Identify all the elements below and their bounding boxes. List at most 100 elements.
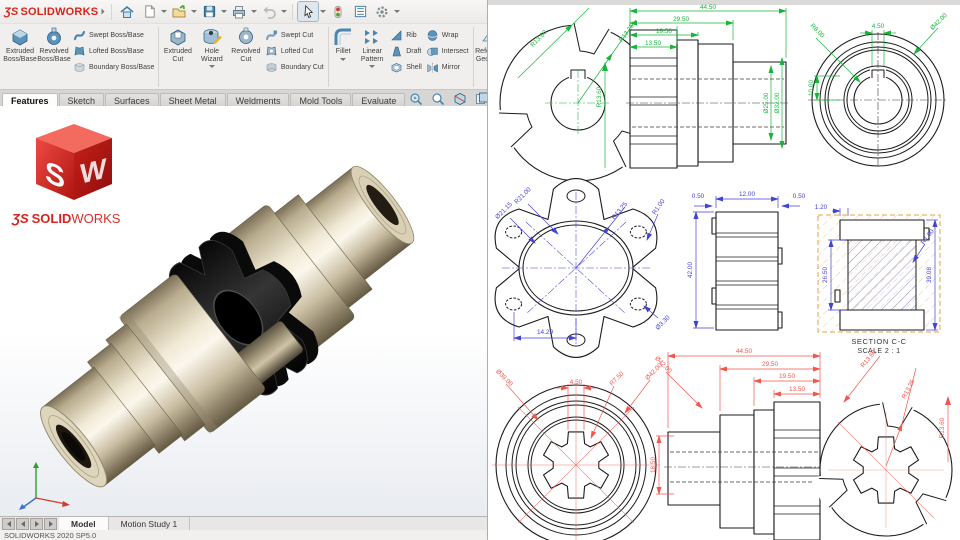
rebuild-button[interactable] (328, 2, 348, 21)
flyout-arrow-icon[interactable] (102, 9, 105, 15)
extruded-cut-button[interactable]: Extruded Cut (161, 25, 195, 63)
chevron-down-icon[interactable] (281, 10, 287, 13)
open-button[interactable] (169, 2, 189, 21)
prev-tab-button[interactable] (16, 518, 29, 530)
section-view-button[interactable] (450, 90, 469, 107)
chevron-down-icon[interactable] (209, 65, 215, 68)
boundary-cut-button[interactable]: Boundary Cut (263, 60, 326, 75)
tab-model[interactable]: Model (59, 517, 109, 531)
dimension-label: R8.00 (809, 22, 826, 39)
swept-boss-button[interactable]: Swept Boss/Base (71, 28, 156, 43)
wordmark-solid: SOLID (32, 211, 72, 226)
tab-motion-study[interactable]: Motion Study 1 (109, 517, 191, 531)
feature-stack-2: Wrap Intersect Mirror (424, 25, 471, 75)
ribbon: Extruded Boss/Base Revolved Boss/Base Sw… (0, 24, 487, 89)
zoom-area-button[interactable] (428, 90, 447, 107)
lofted-cut-icon (265, 45, 278, 58)
undo-button[interactable] (259, 2, 279, 21)
first-tab-button[interactable] (2, 518, 15, 530)
ribbon-group-boss: Extruded Boss/Base Revolved Boss/Base Sw… (2, 25, 157, 89)
zoom-fit-button[interactable] (406, 90, 425, 107)
select-tool-button[interactable] (298, 2, 318, 21)
button-label: Lofted Boss/Base (89, 48, 144, 55)
chevron-down-icon[interactable] (161, 10, 167, 13)
save-icon (202, 4, 217, 19)
feature-stack-1: Rib Draft Shell (388, 25, 424, 75)
cube-letter-s: S (45, 154, 65, 196)
button-label: Fillet (336, 48, 351, 56)
wrap-button[interactable]: Wrap (424, 28, 471, 43)
boundary-boss-button[interactable]: Boundary Boss/Base (71, 60, 156, 75)
lofted-cut-button[interactable]: Lofted Cut (263, 44, 326, 59)
shell-button[interactable]: Shell (388, 60, 424, 75)
status-bar: SOLIDWORKS 2020 SP5.0 (0, 530, 488, 540)
options-button[interactable] (372, 2, 392, 21)
solidworks-wordmark: ƷSSOLIDWORKS (12, 211, 162, 226)
dimension-label: 18.50 (650, 457, 657, 473)
model-tab-bar: Model Motion Study 1 (0, 516, 487, 531)
extruded-boss-button[interactable]: Extruded Boss/Base (3, 25, 37, 63)
chevron-down-icon[interactable] (221, 10, 227, 13)
revolved-boss-button[interactable]: Revolved Boss/Base (37, 25, 71, 63)
quick-access-toolbar: ƷSSOLIDWORKS (0, 0, 487, 24)
print-button[interactable] (229, 2, 249, 21)
linear-pattern-button[interactable]: Linear Pattern (356, 25, 388, 68)
ds-logo-icon: ƷS (12, 211, 29, 226)
mirror-button[interactable]: Mirror (424, 60, 471, 75)
rib-button[interactable]: Rib (388, 28, 424, 43)
intersect-icon (426, 45, 439, 58)
view-section-cc: 1.20 26.50 R1.00 39.08 SECTION C-C SCALE… (815, 204, 940, 355)
graphics-viewport[interactable]: S W ƷSSOLIDWORKS (0, 106, 487, 516)
view-hub-side-red: 44.50 29.50 19.50 13.50 Ø42.00 18.50 (650, 348, 824, 540)
new-document-icon (142, 4, 157, 19)
drawing-pane: R13.60 R13.25 R13.60 (488, 0, 960, 540)
chevron-down-icon[interactable] (340, 58, 346, 61)
tab-nav-cluster (0, 517, 59, 531)
dimension-label: 14.29 (537, 329, 553, 336)
dimension-label: 29.50 (673, 16, 689, 23)
swept-cut-button[interactable]: Swept Cut (263, 28, 326, 43)
draft-button[interactable]: Draft (388, 44, 424, 59)
fillet-button[interactable]: Fillet (330, 25, 356, 61)
button-label: Extruded Boss/Base (3, 48, 37, 63)
dimension-label: 19.50 (779, 373, 795, 380)
home-icon (119, 4, 135, 20)
ds-logo-icon: ƷS (4, 6, 18, 18)
dimension-label: R21.00 (513, 186, 533, 206)
feature-statistics-button[interactable] (350, 2, 370, 21)
intersect-button[interactable]: Intersect (424, 44, 471, 59)
chevron-down-icon[interactable] (320, 10, 326, 13)
cut-stack: Swept Cut Lofted Cut Boundary Cut (263, 25, 326, 75)
home-button[interactable] (117, 2, 137, 21)
select-arrow-icon (301, 4, 316, 19)
chevron-down-icon[interactable] (251, 10, 257, 13)
rib-icon (390, 29, 403, 42)
last-tab-button[interactable] (44, 518, 57, 530)
reference-geometry-button[interactable]: Reference Geometry (475, 25, 487, 68)
hole-wizard-button[interactable]: Hole Wizard (195, 25, 229, 68)
button-label: Rib (406, 32, 417, 39)
lofted-boss-button[interactable]: Lofted Boss/Base (71, 44, 156, 59)
chevron-down-icon[interactable] (369, 65, 375, 68)
button-label: Wrap (442, 32, 459, 39)
button-label: Revolved Boss/Base (37, 48, 71, 63)
dimension-label: Ø39.00 (494, 368, 514, 388)
ribbon-group-reference: Reference Geometry (474, 25, 487, 89)
revolved-cut-button[interactable]: Revolved Cut (229, 25, 263, 63)
button-label: Draft (406, 48, 421, 55)
lofted-boss-icon (73, 45, 86, 58)
chevron-down-icon[interactable] (394, 10, 400, 13)
view-hub-back-red: Ø39.00 4.50 R7.50 Ø42.00 (492, 362, 664, 540)
button-label: Lofted Cut (281, 48, 313, 55)
list-icon (353, 4, 368, 19)
next-tab-button[interactable] (30, 518, 43, 530)
linear-pattern-icon (361, 26, 383, 48)
view-hub-side-green: 44.50 29.50 19.50 13.50 Ø25.00 Ø32.00 (626, 4, 790, 168)
new-document-button[interactable] (139, 2, 159, 21)
section-scale: SCALE 2 : 1 (858, 348, 901, 355)
button-label: Hole Wizard (195, 48, 229, 63)
view-settings-button[interactable] (472, 90, 488, 107)
dimension-label: 42.00 (687, 262, 694, 278)
save-button[interactable] (199, 2, 219, 21)
chevron-down-icon[interactable] (191, 10, 197, 13)
